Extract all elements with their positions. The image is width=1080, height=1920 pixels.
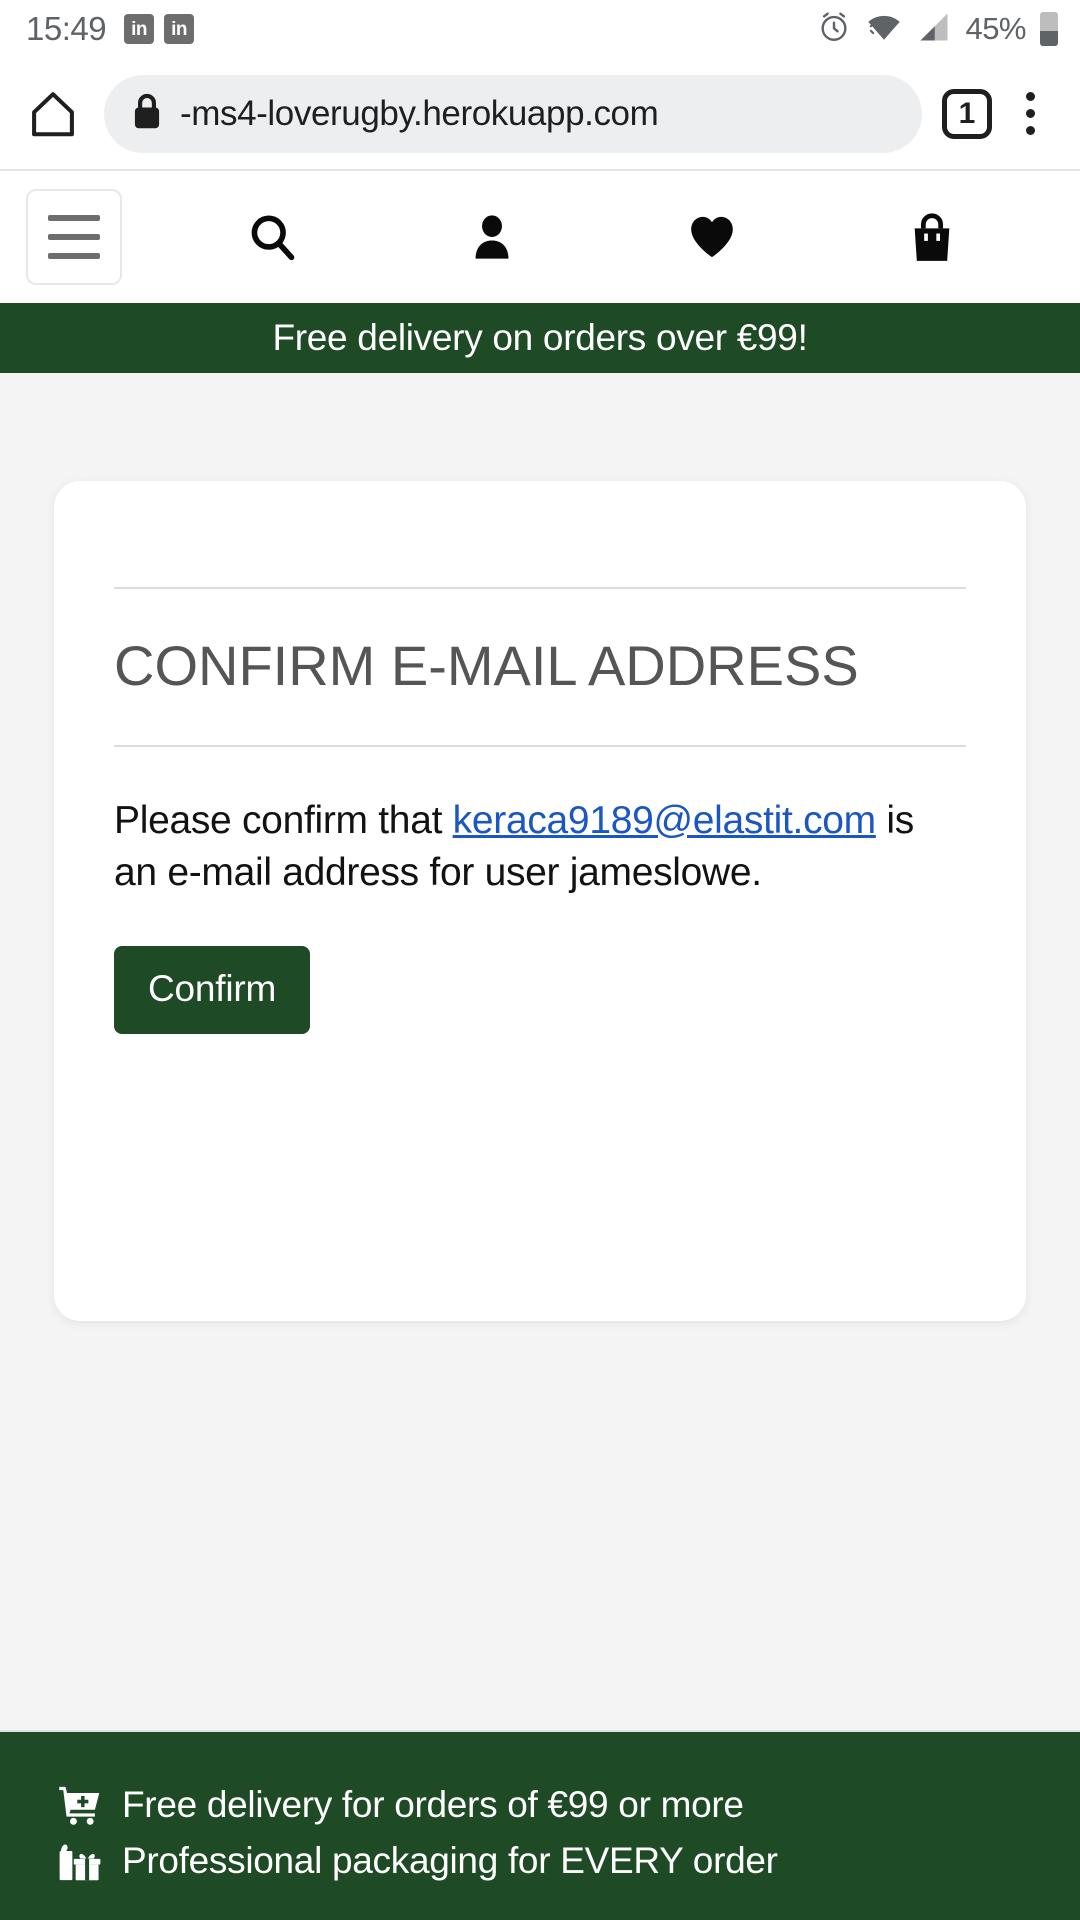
- cart-plus-icon: [56, 1785, 104, 1825]
- tab-switcher-button[interactable]: 1: [942, 88, 992, 139]
- header-icon-group: [122, 197, 1042, 277]
- battery-icon: [1040, 12, 1058, 46]
- cellular-signal-icon: [917, 12, 951, 47]
- browser-toolbar: -ms4-loverugby.herokuapp.com 1: [0, 58, 1080, 171]
- status-bar-clock: 15:49: [26, 10, 107, 47]
- phone-screen: 15:49 in in 45% -ms4-loverugby.herokuapp…: [0, 0, 1080, 1920]
- footer-benefit-text: Professional packaging for EVERY order: [122, 1840, 778, 1881]
- linkedin-icon: in: [124, 14, 155, 44]
- menu-dot: [1025, 126, 1035, 135]
- hamburger-bar: [48, 215, 100, 221]
- confirm-button[interactable]: Confirm: [114, 945, 311, 1034]
- status-bar-system-icons: 45%: [817, 10, 1058, 49]
- shopping-bag-icon[interactable]: [892, 197, 972, 277]
- main-content: CONFIRM E-MAIL ADDRESS Please confirm th…: [0, 373, 1080, 1730]
- hamburger-bar: [48, 253, 100, 259]
- footer-benefit-row: Professional packaging for EVERY order: [56, 1840, 1080, 1882]
- notification-icons: in in: [124, 14, 195, 44]
- footer-benefit-text: Free delivery for orders of €99 or more: [122, 1784, 744, 1825]
- account-icon[interactable]: [452, 197, 532, 277]
- menu-dot: [1025, 109, 1035, 118]
- battery-percentage: 45%: [965, 11, 1026, 46]
- lock-icon: [130, 92, 164, 135]
- battery-fill: [1040, 30, 1058, 46]
- email-address-link[interactable]: keraca9189@elastit.com: [453, 799, 877, 842]
- overflow-menu-icon[interactable]: [1000, 92, 1060, 135]
- free-delivery-banner-text: Free delivery on orders over €99!: [272, 317, 808, 358]
- site-header: [0, 171, 1080, 303]
- page-title: CONFIRM E-MAIL ADDRESS: [114, 634, 859, 697]
- hamburger-menu-icon[interactable]: [26, 189, 122, 285]
- url-text[interactable]: -ms4-loverugby.herokuapp.com: [180, 94, 659, 134]
- menu-dot: [1025, 92, 1035, 101]
- linkedin-icon: in: [164, 14, 195, 44]
- confirmation-message: Please confirm that keraca9189@elastit.c…: [114, 747, 966, 900]
- free-delivery-banner: Free delivery on orders over €99!: [0, 303, 1080, 373]
- message-prefix: Please confirm that: [114, 799, 443, 843]
- hamburger-bar: [48, 234, 100, 240]
- wishlist-heart-icon[interactable]: [672, 197, 752, 277]
- confirm-email-card: CONFIRM E-MAIL ADDRESS Please confirm th…: [54, 481, 1026, 1321]
- footer-benefit-row: Free delivery for orders of €99 or more: [56, 1784, 1080, 1826]
- address-bar[interactable]: -ms4-loverugby.herokuapp.com: [104, 74, 922, 153]
- home-icon[interactable]: [20, 81, 86, 147]
- android-status-bar: 15:49 in in 45%: [0, 0, 1080, 58]
- alarm-clock-icon: [817, 10, 851, 49]
- site-footer: Free delivery for orders of €99 or more …: [0, 1730, 1080, 1920]
- wifi-icon: [865, 12, 903, 47]
- search-icon[interactable]: [232, 197, 312, 277]
- gifts-icon: [56, 1841, 104, 1881]
